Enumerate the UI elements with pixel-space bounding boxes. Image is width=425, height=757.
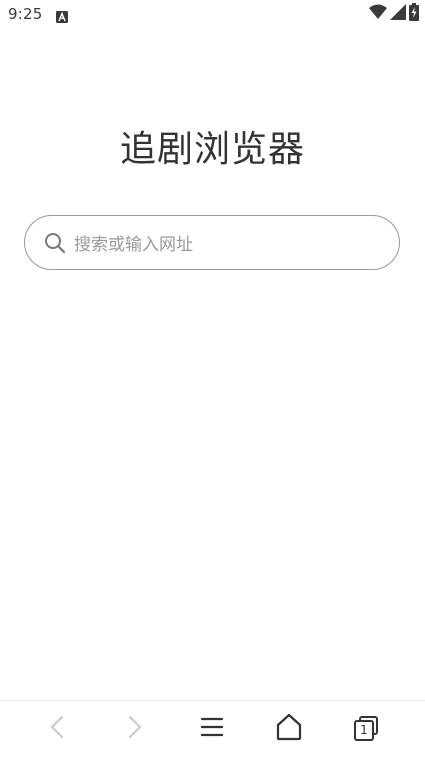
- signal-icon: [390, 4, 406, 24]
- back-button[interactable]: [42, 713, 74, 745]
- tabs-button[interactable]: 1: [350, 713, 382, 745]
- menu-icon: [196, 711, 228, 747]
- search-placeholder: 搜索或输入网址: [74, 235, 193, 255]
- search-input[interactable]: 搜索或输入网址: [24, 215, 400, 270]
- status-time: 9:25: [8, 5, 43, 23]
- home-icon: [273, 711, 305, 747]
- menu-button[interactable]: [196, 713, 228, 745]
- bottom-nav: 1: [0, 701, 425, 757]
- tabs-icon: 1: [350, 713, 382, 745]
- page-title: 追剧浏览器: [119, 129, 305, 170]
- forward-button[interactable]: [118, 713, 150, 745]
- back-arrow-icon: [42, 711, 74, 747]
- forward-arrow-icon: [118, 711, 150, 747]
- home-button[interactable]: [273, 713, 305, 745]
- tab-count: 1: [360, 723, 368, 737]
- search-icon: [44, 232, 66, 254]
- status-bar: 9:25: [0, 0, 425, 30]
- a-badge-icon: [56, 8, 68, 23]
- wifi-icon: [369, 4, 387, 24]
- status-icons: [369, 3, 419, 25]
- battery-charging-icon: [409, 3, 419, 25]
